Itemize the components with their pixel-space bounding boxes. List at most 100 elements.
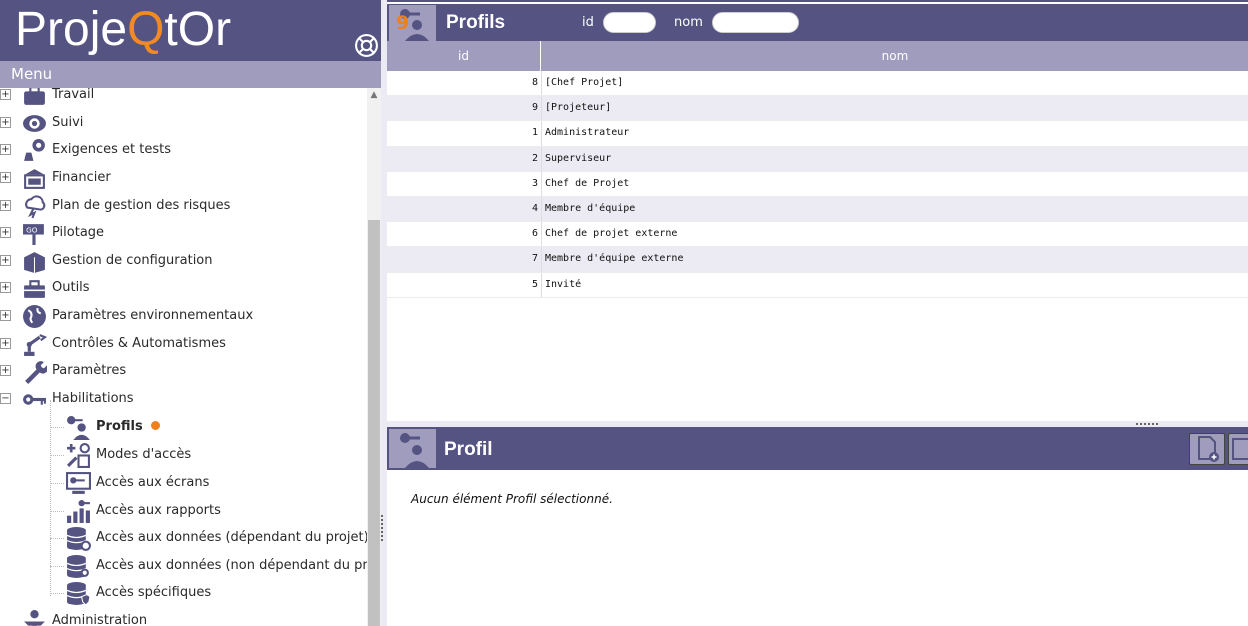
detail-title: Profil	[444, 439, 493, 460]
expand-icon[interactable]: +	[0, 255, 11, 266]
cell-id: 2	[531, 152, 538, 164]
tree-connector	[50, 427, 64, 428]
table-row[interactable]: 1 Administrateur	[387, 121, 1248, 147]
menu-subitem-modes-acces[interactable]: Modes d'accès	[0, 442, 367, 469]
cell-nom: [Chef Projet]	[545, 77, 624, 88]
menu-item-label: Paramètres environnementaux	[52, 308, 254, 323]
column-divider	[541, 196, 542, 222]
menu-header[interactable]: Menu	[0, 61, 381, 88]
expand-icon[interactable]: +	[0, 310, 11, 321]
help-lifebuoy-icon[interactable]	[354, 33, 379, 58]
new-button[interactable]	[1189, 433, 1225, 465]
table-row[interactable]: 4 Membre d'équipe	[387, 196, 1248, 223]
right-panel: 9 Profils id nom id nom 8 [Chef Projet] 9…	[387, 0, 1248, 626]
menu-subitem-acces-donnees-projet[interactable]: Accès aux données (dépendant du projet)	[0, 525, 367, 552]
profile-key-icon	[400, 433, 429, 468]
robot-arm-icon	[24, 334, 47, 356]
expand-icon[interactable]: +	[0, 338, 11, 349]
menu-item-administration[interactable]: Administration	[0, 608, 367, 626]
menu-item-environnement[interactable]: + Paramètres environnementaux	[0, 303, 367, 329]
save-button[interactable]	[1228, 433, 1248, 465]
menu-item-controles[interactable]: + Contrôles & Automatismes	[0, 331, 367, 357]
column-divider	[541, 272, 542, 297]
new-document-icon	[1198, 436, 1219, 462]
left-panel: ProjeQtOr Menu + Travail + Suivi + Exige…	[0, 0, 381, 626]
expand-icon[interactable]: +	[0, 200, 11, 211]
database-key-icon	[66, 555, 89, 578]
money-icon	[24, 169, 45, 189]
menu-item-label: Habilitations	[52, 391, 134, 406]
table-row[interactable]: 9 [Projeteur]	[387, 96, 1248, 122]
tree-connector	[50, 455, 64, 456]
menu-subitem-profils[interactable]: Profils	[0, 414, 367, 441]
cell-id: 5	[531, 278, 538, 290]
filter-nom-input[interactable]	[712, 12, 799, 33]
menu-subitem-label: Profils	[96, 419, 160, 434]
storm-icon	[25, 195, 46, 219]
menu-item-habilitations[interactable]: − Habilitations	[0, 386, 367, 412]
cell-id: 3	[531, 177, 538, 189]
column-header-nom[interactable]: nom	[542, 41, 1248, 71]
briefcase-icon	[24, 88, 45, 105]
menu-item-financier[interactable]: + Financier	[0, 165, 367, 191]
list-title: Profils	[446, 12, 506, 33]
wrench-icon	[25, 361, 47, 384]
column-divider	[541, 96, 542, 121]
expand-icon[interactable]: +	[0, 282, 11, 293]
menu-scrollbar[interactable]: ▲	[367, 88, 381, 626]
cell-nom: Chef de projet externe	[545, 228, 678, 240]
table-row[interactable]: 2 Superviseur	[387, 146, 1248, 172]
splitter-grip-icon[interactable]	[1136, 423, 1158, 425]
expand-icon[interactable]: +	[0, 117, 11, 128]
splitter-grip-icon[interactable]	[381, 515, 385, 541]
scroll-up-icon[interactable]: ▲	[367, 88, 381, 102]
menu-subitem-acces-ecrans[interactable]: Accès aux écrans	[0, 470, 367, 497]
table-row[interactable]: 3 Chef de Projet	[387, 171, 1248, 197]
column-header-id[interactable]: id	[387, 41, 541, 71]
key-icon	[23, 394, 46, 405]
menu-item-configuration[interactable]: + Gestion de configuration	[0, 248, 367, 274]
menu-item-label: Pilotage	[52, 225, 105, 240]
expand-icon[interactable]: +	[0, 365, 11, 376]
table-row[interactable]: 8 [Chef Projet]	[387, 71, 1248, 97]
tree-connector	[50, 538, 64, 539]
filter-nom-label: nom	[674, 15, 703, 30]
expand-icon[interactable]: +	[0, 172, 11, 183]
menu-item-suivi[interactable]: + Suivi	[0, 110, 367, 136]
logo-bar: ProjeQtOr	[0, 0, 381, 61]
menu-subitem-acces-rapports[interactable]: Accès aux rapports	[0, 498, 367, 525]
menu-item-exigences[interactable]: + Exigences et tests	[0, 137, 367, 163]
save-icon	[1232, 438, 1248, 460]
menu-subitem-text: Profils	[96, 419, 143, 434]
menu-item-outils[interactable]: + Outils	[0, 275, 367, 301]
cell-nom: Membre d'équipe externe	[545, 253, 684, 265]
menu-item-label: Administration	[52, 613, 148, 626]
menu-item-label: Gestion de configuration	[52, 253, 213, 268]
count-badge: 9	[396, 12, 409, 34]
expand-icon[interactable]: +	[0, 144, 11, 155]
table-row[interactable]: 5 Invité	[387, 272, 1248, 298]
admin-icon	[24, 610, 45, 626]
collapse-icon[interactable]: −	[0, 393, 11, 404]
menu-subitem-acces-specifiques[interactable]: Accès spécifiques	[0, 580, 367, 607]
cell-id: 1	[531, 127, 538, 139]
menu-item-pilotage[interactable]: + GO Pilotage	[0, 220, 367, 246]
scroll-thumb[interactable]	[368, 220, 380, 626]
expand-icon[interactable]: +	[0, 227, 11, 238]
tree-connector	[50, 593, 64, 594]
detail-body: Aucun élément Profil sélectionné.	[387, 470, 1248, 626]
column-divider	[541, 146, 542, 171]
cell-id: 6	[531, 228, 538, 240]
table-row[interactable]: 6 Chef de projet externe	[387, 222, 1248, 248]
filter-id-input[interactable]	[603, 12, 656, 33]
menu-item-travail[interactable]: + Travail	[0, 88, 367, 108]
menu-item-parametres[interactable]: + Paramètres	[0, 358, 367, 384]
table-row[interactable]: 7 Membre d'équipe externe	[387, 247, 1248, 273]
box-icon	[24, 252, 45, 273]
menu-subitem-acces-donnees-non-projet[interactable]: Accès aux données (non dépendant du proj…	[0, 553, 367, 580]
tree-connector	[50, 511, 64, 512]
profile-key-icon: 9	[396, 9, 429, 41]
menu-item-risques[interactable]: + Plan de gestion des risques	[0, 193, 367, 219]
detail-header-icon	[389, 429, 436, 468]
expand-icon[interactable]: +	[0, 89, 11, 100]
